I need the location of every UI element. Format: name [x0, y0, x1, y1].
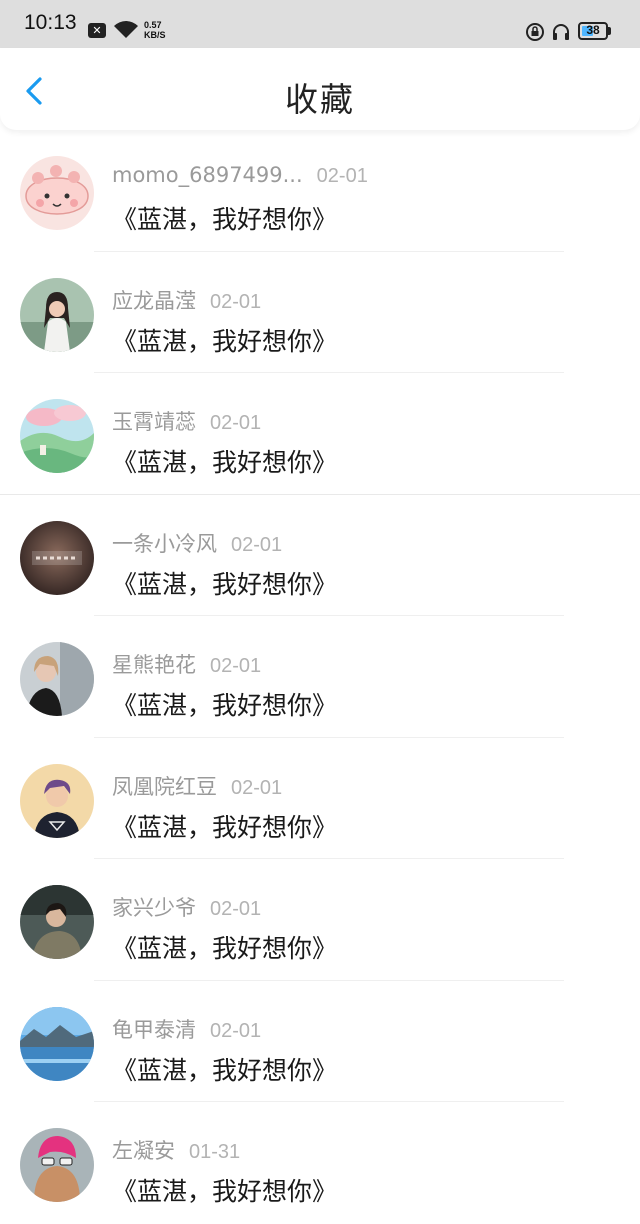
list-item[interactable]: 应龙晶滢 02-01 《蓝湛，我好想你》	[0, 252, 640, 373]
item-meta: 星熊艳花 02-01	[112, 649, 261, 679]
item-meta: 玉霄靖蕊 02-01	[112, 406, 261, 436]
avatar[interactable]	[20, 156, 94, 230]
user-name[interactable]: 星熊艳花	[112, 653, 196, 677]
wifi-icon	[114, 21, 138, 38]
avatar[interactable]	[20, 763, 94, 838]
item-date: 02-01	[316, 165, 368, 187]
notification-x-icon: ✕	[88, 23, 106, 38]
user-name[interactable]: 一条小冷风	[112, 532, 217, 556]
user-name[interactable]: 左凝安	[112, 1139, 175, 1163]
top-bar: 收藏	[0, 48, 640, 130]
item-date: 02-01	[210, 412, 262, 434]
user-name[interactable]: momo_6897499...	[112, 163, 303, 187]
lock-rotation-icon	[526, 23, 544, 41]
network-speed: 0.57 KB/S	[144, 20, 166, 40]
avatar[interactable]	[20, 1128, 94, 1202]
item-meta: 一条小冷风 02-01	[112, 528, 282, 558]
battery-nub	[608, 27, 611, 35]
item-meta: 应龙晶滢 02-01	[112, 285, 261, 315]
user-name[interactable]: 应龙晶滢	[112, 289, 196, 313]
status-time: 10:13	[24, 11, 77, 34]
list-item[interactable]: 星熊艳花 02-01 《蓝湛，我好想你》	[0, 616, 640, 738]
status-bar: 10:13 ✕ 0.57 KB/S 38	[0, 0, 640, 48]
item-meta: 凤凰院红豆 02-01	[112, 771, 282, 801]
item-meta: 龟甲泰清 02-01	[112, 1014, 261, 1044]
favorites-list: momo_6897499... 02-01 《蓝湛，我好想你》 应龙晶滢 02-01…	[0, 130, 640, 1224]
list-item[interactable]: 玉霄靖蕊 02-01 《蓝湛，我好想你》	[0, 373, 640, 495]
item-content: 《蓝湛，我好想你》	[112, 205, 338, 234]
list-item[interactable]: momo_6897499... 02-01 《蓝湛，我好想你》	[0, 130, 640, 252]
avatar[interactable]	[20, 399, 94, 473]
item-date: 02-01	[210, 1019, 262, 1042]
avatar[interactable]	[20, 1006, 94, 1081]
speed-unit: KB/S	[144, 30, 166, 40]
user-name[interactable]: 家兴少爷	[112, 896, 196, 920]
item-meta: 家兴少爷 02-01	[112, 892, 261, 922]
page-title: 收藏	[285, 80, 355, 119]
battery-level: 38	[586, 23, 600, 37]
list-item[interactable]: 凤凰院红豆 02-01 《蓝湛，我好想你》	[0, 738, 640, 859]
item-meta: 左凝安 01-31	[112, 1135, 240, 1165]
item-date: 02-01	[231, 776, 283, 799]
item-content: 《蓝湛，我好想你》	[112, 934, 338, 963]
item-content: 《蓝湛，我好想你》	[112, 812, 338, 842]
item-content: 《蓝湛，我好想你》	[112, 1177, 338, 1206]
user-name[interactable]: 龟甲泰清	[112, 1018, 196, 1042]
item-meta: momo_6897499... 02-01	[112, 163, 368, 188]
item-date: 02-01	[210, 655, 262, 677]
user-name[interactable]: 凤凰院红豆	[112, 775, 217, 799]
avatar[interactable]	[20, 277, 94, 352]
list-item[interactable]: 家兴少爷 02-01 《蓝湛，我好想你》	[0, 859, 640, 981]
headphones-icon	[553, 24, 569, 40]
item-date: 02-01	[210, 290, 262, 313]
item-content: 《蓝湛，我好想你》	[112, 448, 338, 477]
item-content: 《蓝湛，我好想你》	[112, 1055, 338, 1085]
avatar[interactable]	[20, 885, 94, 959]
avatar[interactable]	[20, 642, 94, 716]
item-date: 02-01	[231, 533, 283, 556]
speed-value: 0.57	[144, 20, 162, 30]
battery-icon: 38	[578, 22, 608, 40]
list-item[interactable]: 一条小冷风 02-01 《蓝湛，我好想你》	[0, 495, 640, 616]
item-content: 《蓝湛，我好想你》	[112, 691, 338, 720]
item-content: 《蓝湛，我好想你》	[112, 326, 338, 356]
user-name[interactable]: 玉霄靖蕊	[112, 410, 196, 434]
avatar[interactable]	[20, 520, 94, 595]
item-date: 02-01	[210, 898, 262, 920]
list-item[interactable]: 龟甲泰清 02-01 《蓝湛，我好想你》	[0, 981, 640, 1102]
list-item[interactable]: 左凝安 01-31 《蓝湛，我好想你》	[0, 1102, 640, 1224]
item-date: 01-31	[189, 1141, 241, 1163]
item-content: 《蓝湛，我好想你》	[112, 569, 338, 599]
